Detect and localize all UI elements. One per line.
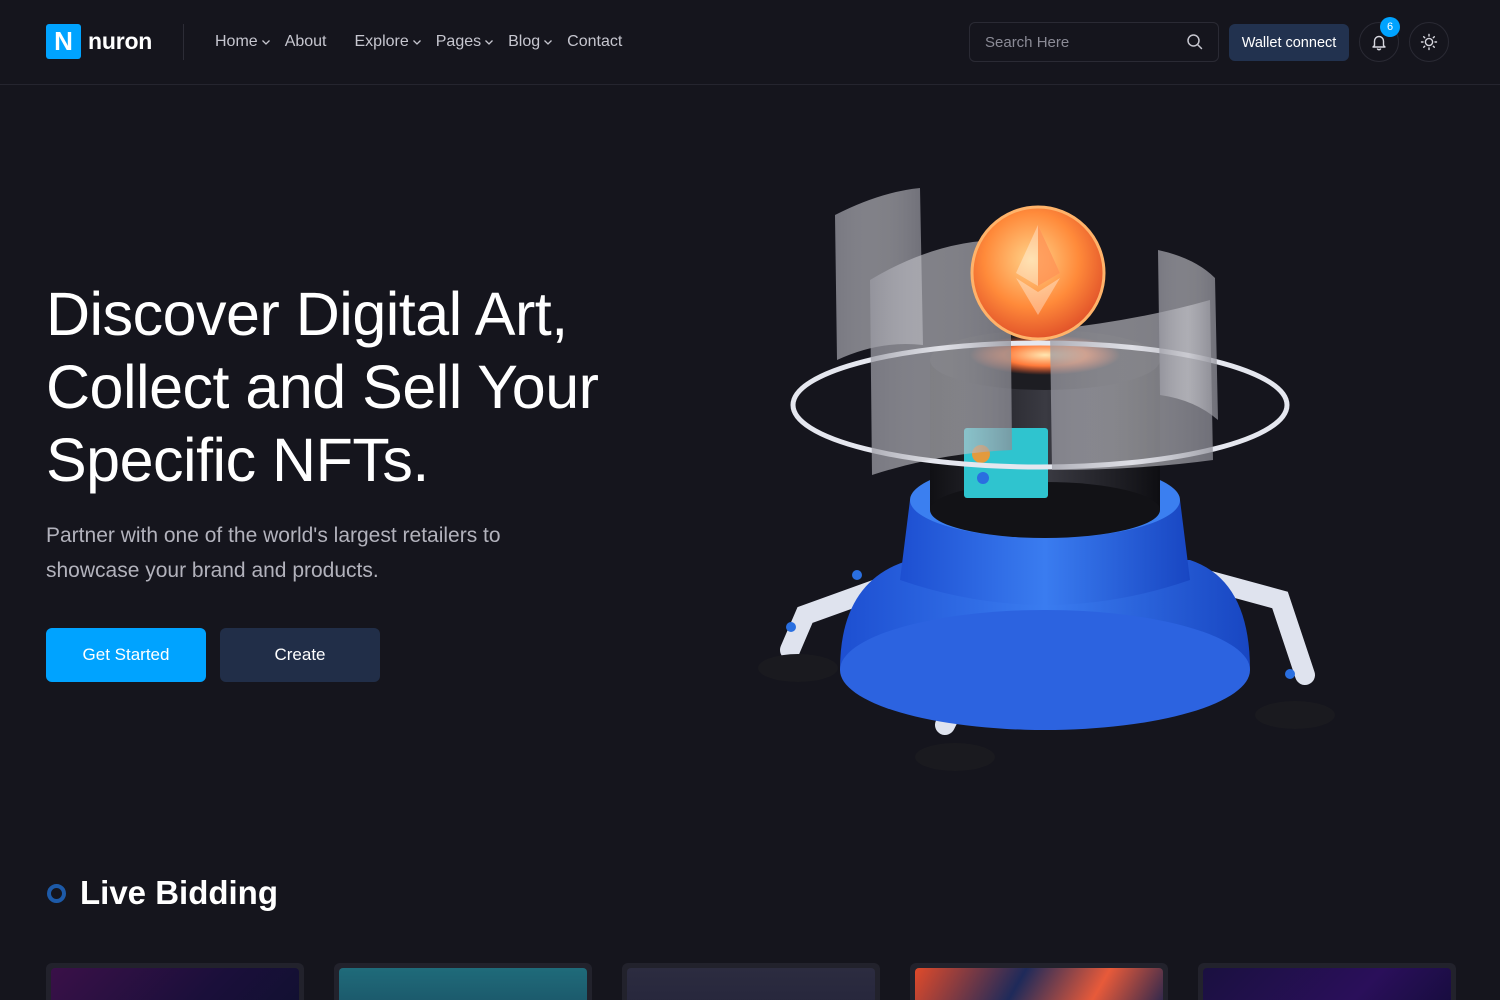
live-indicator-icon — [47, 884, 66, 903]
hero-title-line: Specific NFTs. — [46, 426, 429, 494]
nav-item-label: Explore — [354, 33, 409, 50]
hero-nft-illustration — [758, 188, 1335, 771]
nft-card[interactable] — [910, 963, 1168, 1000]
nft-card[interactable] — [46, 963, 304, 1000]
hero-subtitle: Partner with one of the world's largest … — [46, 518, 566, 588]
nav-item-label: Pages — [435, 33, 482, 50]
search-box — [969, 22, 1219, 62]
nav-item-label: Home — [215, 33, 258, 50]
header-divider — [183, 24, 184, 60]
site-header: N nuron Home About Explore Pages Blog Co… — [0, 0, 1500, 85]
chevron-down-icon — [412, 40, 421, 45]
get-started-button[interactable]: Get Started — [46, 628, 206, 682]
nav-item-label: About — [284, 33, 327, 50]
section-title-live-bidding: Live Bidding — [80, 874, 278, 911]
nft-card[interactable] — [622, 963, 880, 1000]
search-input[interactable] — [970, 23, 1180, 61]
nav-item-explore[interactable]: Explore — [355, 31, 422, 53]
nft-card[interactable] — [334, 963, 592, 1000]
logo-text: nuron — [88, 28, 153, 54]
nav-item-label: Blog — [508, 33, 541, 50]
logo[interactable]: N nuron — [46, 24, 152, 59]
nav-item-label: Contact — [567, 33, 623, 50]
eth-coin — [970, 205, 1106, 341]
nav-item-contact[interactable]: Contact — [567, 31, 622, 53]
chevron-down-icon — [261, 40, 270, 45]
search-icon[interactable] — [1186, 33, 1204, 51]
nft-thumbnail — [915, 968, 1163, 1000]
wallet-connect-button[interactable]: Wallet connect — [1229, 24, 1349, 61]
hero-title-line: Collect and Sell Your — [46, 353, 599, 421]
nav-item-pages[interactable]: Pages — [436, 31, 494, 53]
nft-card[interactable] — [1198, 963, 1456, 1000]
hero-subtitle-line: showcase your brand and products. — [46, 559, 379, 582]
nav-item-about[interactable]: About — [285, 31, 327, 53]
hero-title: Discover Digital Art, Collect and Sell Y… — [46, 278, 666, 497]
sun-icon — [1420, 33, 1438, 51]
notification-badge: 6 — [1380, 17, 1400, 37]
hero-title-line: Discover Digital Art, — [46, 280, 568, 348]
nav-item-home[interactable]: Home — [215, 31, 271, 53]
nft-thumbnail — [51, 968, 299, 1000]
theme-toggle-button[interactable] — [1409, 22, 1449, 62]
chevron-down-icon — [485, 40, 494, 45]
hero-subtitle-line: Partner with one of the world's largest … — [46, 524, 501, 547]
logo-mark: N — [46, 24, 81, 59]
chevron-down-icon — [544, 40, 553, 45]
create-button[interactable]: Create — [220, 628, 380, 682]
main-nav: Home About Explore Pages Blog Contact — [215, 31, 636, 53]
nft-thumbnail — [627, 968, 875, 1000]
nft-thumbnail — [1203, 968, 1451, 1000]
nft-thumbnail — [339, 968, 587, 1000]
nav-item-blog[interactable]: Blog — [508, 31, 553, 53]
